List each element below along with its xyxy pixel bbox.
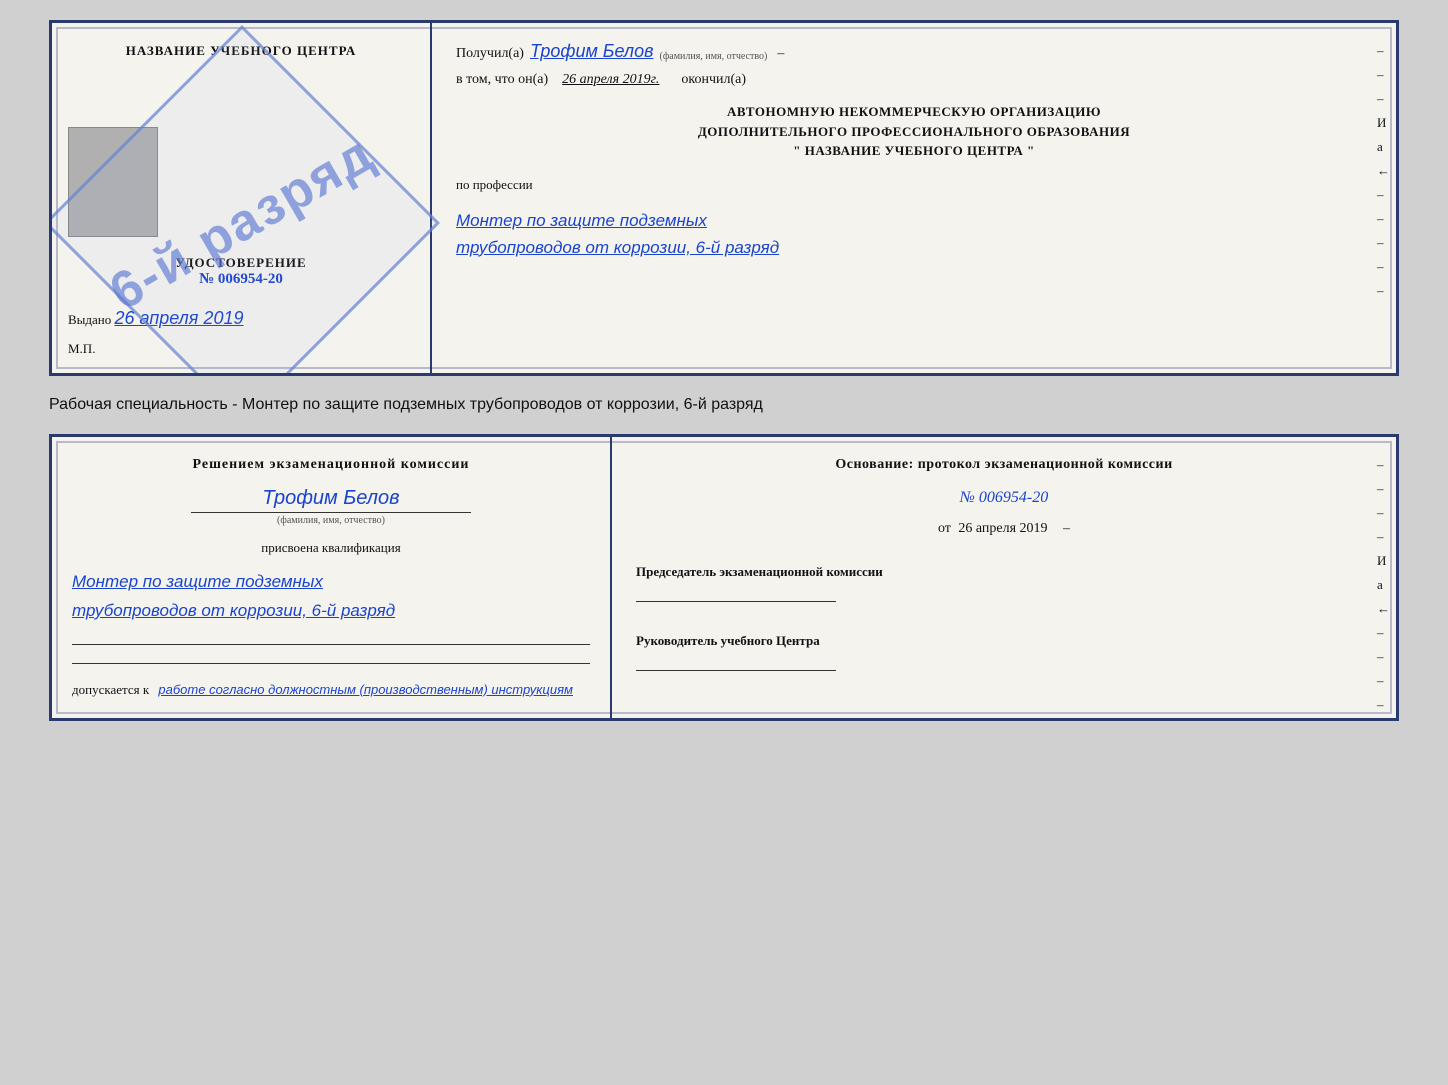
profession-line1: Монтер по защите подземных (456, 207, 1372, 234)
org-block: АВТОНОМНУЮ НЕКОММЕРЧЕСКУЮ ОРГАНИЗАЦИЮ ДО… (456, 102, 1372, 161)
recipient-name: Трофим Белов (530, 41, 654, 62)
dopusk-text: работе согласно должностным (производств… (158, 682, 573, 697)
ot-label: от (938, 521, 951, 536)
org-line3: " НАЗВАНИЕ УЧЕБНОГО ЦЕНТРА " (456, 141, 1372, 161)
blank-line-2 (72, 663, 590, 664)
mp-line: М.П. (68, 341, 95, 357)
dopuskaetsya-line: допускается к работе согласно должностны… (72, 682, 590, 698)
resheniem-heading: Решением экзаменационной комиссии (72, 457, 590, 473)
name-block: Трофим Белов (фамилия, имя, отчество) (72, 487, 590, 526)
okonchil-label: окончил(а) (681, 72, 746, 88)
vtom-date: 26 апреля 2019г. (562, 72, 659, 88)
bottom-cert-right: – – – – И а ← – – – – – Основание: прото… (612, 437, 1396, 718)
dopusk-label: допускается к (72, 682, 149, 697)
prisvoena-line: присвоена квалификация (72, 540, 590, 556)
profession-text: Монтер по защите подземных трубопроводов… (456, 207, 1372, 261)
po-professii-label: по профессии (456, 177, 1372, 193)
udost-num: № 006954-20 (175, 271, 306, 288)
qual-line2: трубопроводов от коррозии, 6-й разряд (72, 597, 590, 626)
name-underline (191, 512, 471, 513)
org-line2: ДОПОЛНИТЕЛЬНОГО ПРОФЕССИОНАЛЬНОГО ОБРАЗО… (456, 122, 1372, 142)
poluchil-line: Получил(а) Трофим Белов (фамилия, имя, о… (456, 41, 1372, 62)
bottom-name: Трофим Белов (262, 487, 399, 510)
udost-title: УДОСТОВЕРЕНИЕ (175, 255, 306, 271)
org-line1: АВТОНОМНУЮ НЕКОММЕРЧЕСКУЮ ОРГАНИЗАЦИЮ (456, 102, 1372, 122)
top-certificate: НАЗВАНИЕ УЧЕБНОГО ЦЕНТРА 6-й разряд УДОС… (49, 20, 1399, 376)
rukovoditel-title: Руководитель учебного Центра (636, 632, 1372, 650)
right-dashes: – – – И а ← – – – – – (1377, 43, 1390, 299)
profession-line2: трубопроводов от коррозии, 6-й разряд (456, 234, 1372, 261)
vtom-label: в том, что он(а) (456, 72, 548, 88)
middle-description: Рабочая специальность - Монтер по защите… (49, 392, 1399, 418)
blank-lines (72, 644, 590, 664)
middle-text-content: Рабочая специальность - Монтер по защите… (49, 396, 763, 413)
predsedatel-title: Председатель экзаменационной комиссии (636, 563, 1372, 581)
vydano-label: Выдано (68, 312, 111, 327)
predsedatel-sig-line (636, 601, 836, 602)
poluchil-label: Получил(а) (456, 46, 524, 62)
qualification-text: Монтер по защите подземных трубопроводов… (72, 568, 590, 626)
vydano-date: 26 апреля 2019 (115, 308, 244, 328)
blank-line-1 (72, 644, 590, 645)
rukovoditel-block: Руководитель учебного Центра (636, 632, 1372, 671)
ot-line: от 26 апреля 2019 – (636, 521, 1372, 537)
protocol-num: № 006954-20 (636, 489, 1372, 507)
rukovoditel-sig-line (636, 670, 836, 671)
bottom-certificate: Решением экзаменационной комиссии Трофим… (49, 434, 1399, 721)
bottom-fio-label: (фамилия, имя, отчество) (277, 515, 385, 526)
fio-label: (фамилия, имя, отчество) (659, 51, 767, 62)
udost-block: УДОСТОВЕРЕНИЕ № 006954-20 (175, 255, 306, 288)
photo-placeholder (68, 127, 158, 237)
ot-date: 26 апреля 2019 (958, 521, 1047, 536)
top-cert-right-panel: – – – И а ← – – – – – Получил(а) Трофим … (432, 23, 1396, 373)
qual-line1: Монтер по защите подземных (72, 568, 590, 597)
vydano-line: Выдано 26 апреля 2019 (68, 308, 243, 329)
predsedatel-block: Председатель экзаменационной комиссии (636, 563, 1372, 602)
bottom-right-dashes: – – – – И а ← – – – – – (1377, 457, 1390, 721)
top-cert-heading: НАЗВАНИЕ УЧЕБНОГО ЦЕНТРА (126, 43, 357, 59)
top-cert-left-panel: НАЗВАНИЕ УЧЕБНОГО ЦЕНТРА 6-й разряд УДОС… (52, 23, 432, 373)
bottom-cert-left: Решением экзаменационной комиссии Трофим… (52, 437, 612, 718)
vtom-line: в том, что он(а) 26 апреля 2019г. окончи… (456, 72, 1372, 88)
osnovanie-heading: Основание: протокол экзаменационной коми… (636, 457, 1372, 473)
